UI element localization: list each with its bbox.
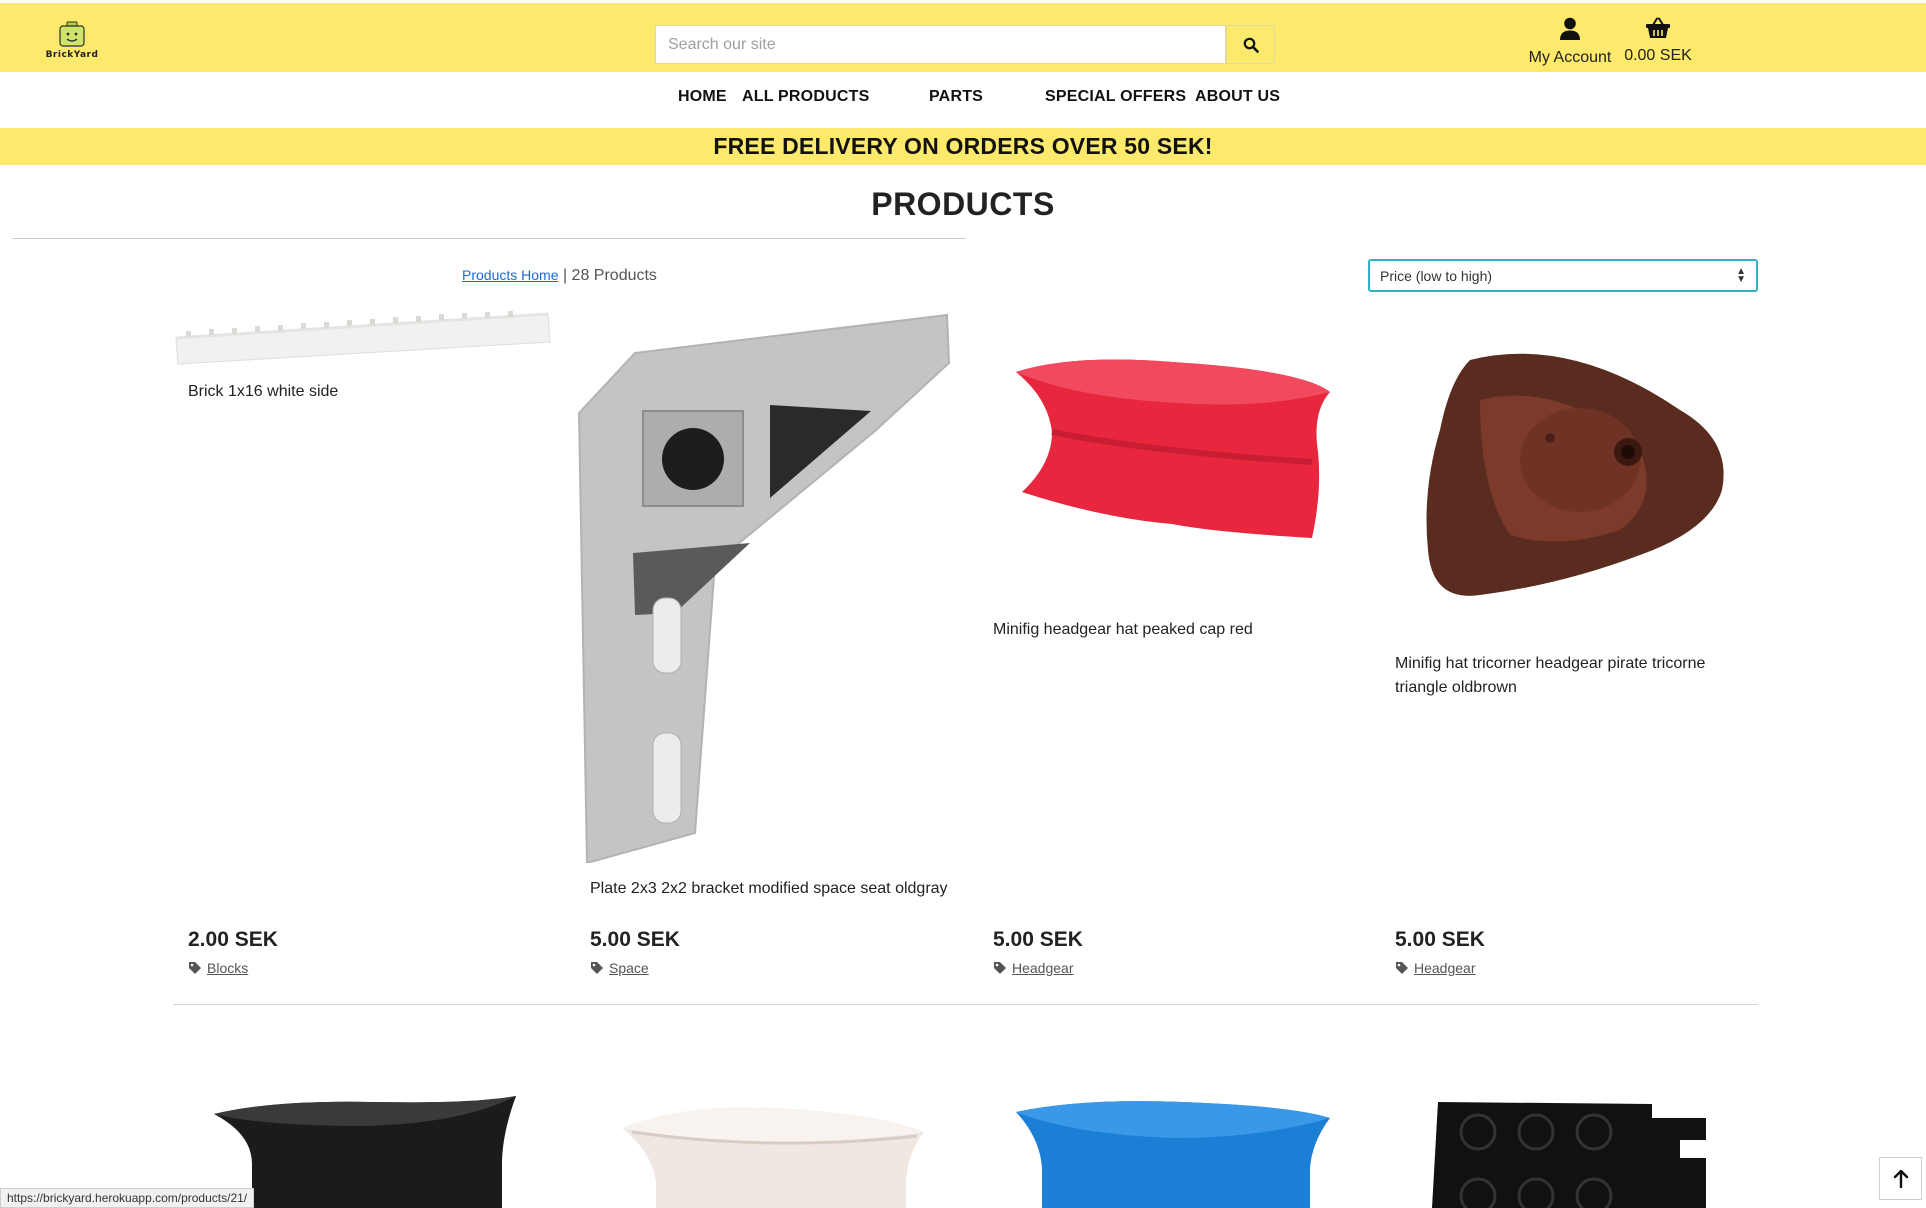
user-icon bbox=[1560, 17, 1580, 40]
arrow-up-icon bbox=[1893, 1169, 1908, 1188]
product-image-cap-white[interactable] bbox=[622, 1102, 924, 1208]
products-home-link[interactable]: Products Home bbox=[462, 267, 558, 283]
brickyard-logo[interactable]: BrickYard bbox=[44, 20, 100, 66]
delivery-banner: FREE DELIVERY ON ORDERS OVER 50 SEK! bbox=[0, 128, 1926, 165]
nav-home[interactable]: HOME bbox=[678, 88, 727, 106]
nav-about-us[interactable]: ABOUT US bbox=[1195, 88, 1280, 106]
my-account-label: My Account bbox=[1528, 49, 1612, 66]
top-header: BrickYard My Account 0.00 SEK bbox=[0, 3, 1926, 72]
product-image-brick-white[interactable] bbox=[174, 310, 552, 366]
product-image-bracket-gray[interactable] bbox=[575, 313, 955, 863]
category-link[interactable]: Space bbox=[609, 960, 649, 976]
product-price: 5.00 SEK bbox=[590, 928, 680, 951]
select-arrows-icon: ▲ ▼ bbox=[1736, 265, 1746, 285]
product-price: 5.00 SEK bbox=[993, 928, 1083, 951]
nav-all-products[interactable]: ALL PRODUCTS bbox=[742, 88, 869, 106]
cart-total: 0.00 SEK bbox=[1624, 47, 1692, 64]
product-image-tricorne-brown[interactable] bbox=[1420, 340, 1730, 600]
tag-icon bbox=[994, 962, 1006, 974]
product-category: Headgear bbox=[993, 960, 1074, 976]
category-link[interactable]: Headgear bbox=[1414, 960, 1476, 976]
product-price: 2.00 SEK bbox=[188, 928, 278, 951]
title-divider bbox=[12, 238, 966, 239]
product-category: Blocks bbox=[188, 960, 248, 976]
tag-icon bbox=[1396, 962, 1408, 974]
breadcrumb: Products Home | 28 Products bbox=[462, 267, 657, 285]
sort-select[interactable]: Price (low to high) ▲ ▼ bbox=[1368, 259, 1758, 292]
page-title-text: PRODUCTS bbox=[871, 186, 1055, 222]
product-image-cap-black[interactable] bbox=[212, 1094, 518, 1208]
status-bar-url: https://brickyard.herokuapp.com/products… bbox=[0, 1188, 255, 1208]
category-link[interactable]: Blocks bbox=[207, 960, 248, 976]
basket-icon bbox=[1646, 17, 1670, 38]
main-nav: HOME ALL PRODUCTS PARTS SPECIAL OFFERS A… bbox=[0, 88, 1926, 112]
nav-parts[interactable]: PARTS bbox=[929, 88, 983, 106]
logo-text: BrickYard bbox=[45, 50, 99, 60]
product-category: Space bbox=[590, 960, 649, 976]
tag-icon bbox=[591, 962, 603, 974]
back-to-top-button[interactable] bbox=[1879, 1157, 1922, 1200]
search-input[interactable] bbox=[655, 25, 1226, 64]
search-icon bbox=[1243, 37, 1259, 53]
product-name[interactable]: Brick 1x16 white side bbox=[188, 380, 548, 404]
product-name[interactable]: Plate 2x3 2x2 bracket modified space sea… bbox=[590, 877, 950, 901]
category-link[interactable]: Headgear bbox=[1012, 960, 1074, 976]
nav-special-offers[interactable]: SPECIAL OFFERS bbox=[1045, 88, 1186, 106]
product-image-cap-blue[interactable] bbox=[1012, 1098, 1334, 1208]
product-image-plate-black[interactable] bbox=[1432, 1100, 1712, 1208]
page-title: PRODUCTS bbox=[0, 186, 1926, 223]
product-category: Headgear bbox=[1395, 960, 1476, 976]
product-price: 5.00 SEK bbox=[1395, 928, 1485, 951]
delivery-banner-text: FREE DELIVERY ON ORDERS OVER 50 SEK! bbox=[713, 133, 1213, 159]
product-count: 28 Products bbox=[571, 267, 657, 284]
tag-icon bbox=[189, 962, 201, 974]
breadcrumb-separator: | bbox=[562, 267, 568, 284]
sort-selected-value: Price (low to high) bbox=[1380, 267, 1493, 284]
cart-link[interactable]: 0.00 SEK bbox=[1616, 17, 1700, 65]
search-button[interactable] bbox=[1226, 25, 1275, 64]
product-image-cap-red[interactable] bbox=[1012, 352, 1334, 542]
lego-head-icon bbox=[59, 21, 85, 47]
product-name[interactable]: Minifig hat tricorner headgear pirate tr… bbox=[1395, 652, 1755, 700]
product-name[interactable]: Minifig headgear hat peaked cap red bbox=[993, 618, 1353, 642]
row-divider bbox=[173, 1004, 1758, 1005]
search-bar bbox=[655, 25, 1275, 64]
my-account-link[interactable]: My Account bbox=[1520, 17, 1620, 67]
